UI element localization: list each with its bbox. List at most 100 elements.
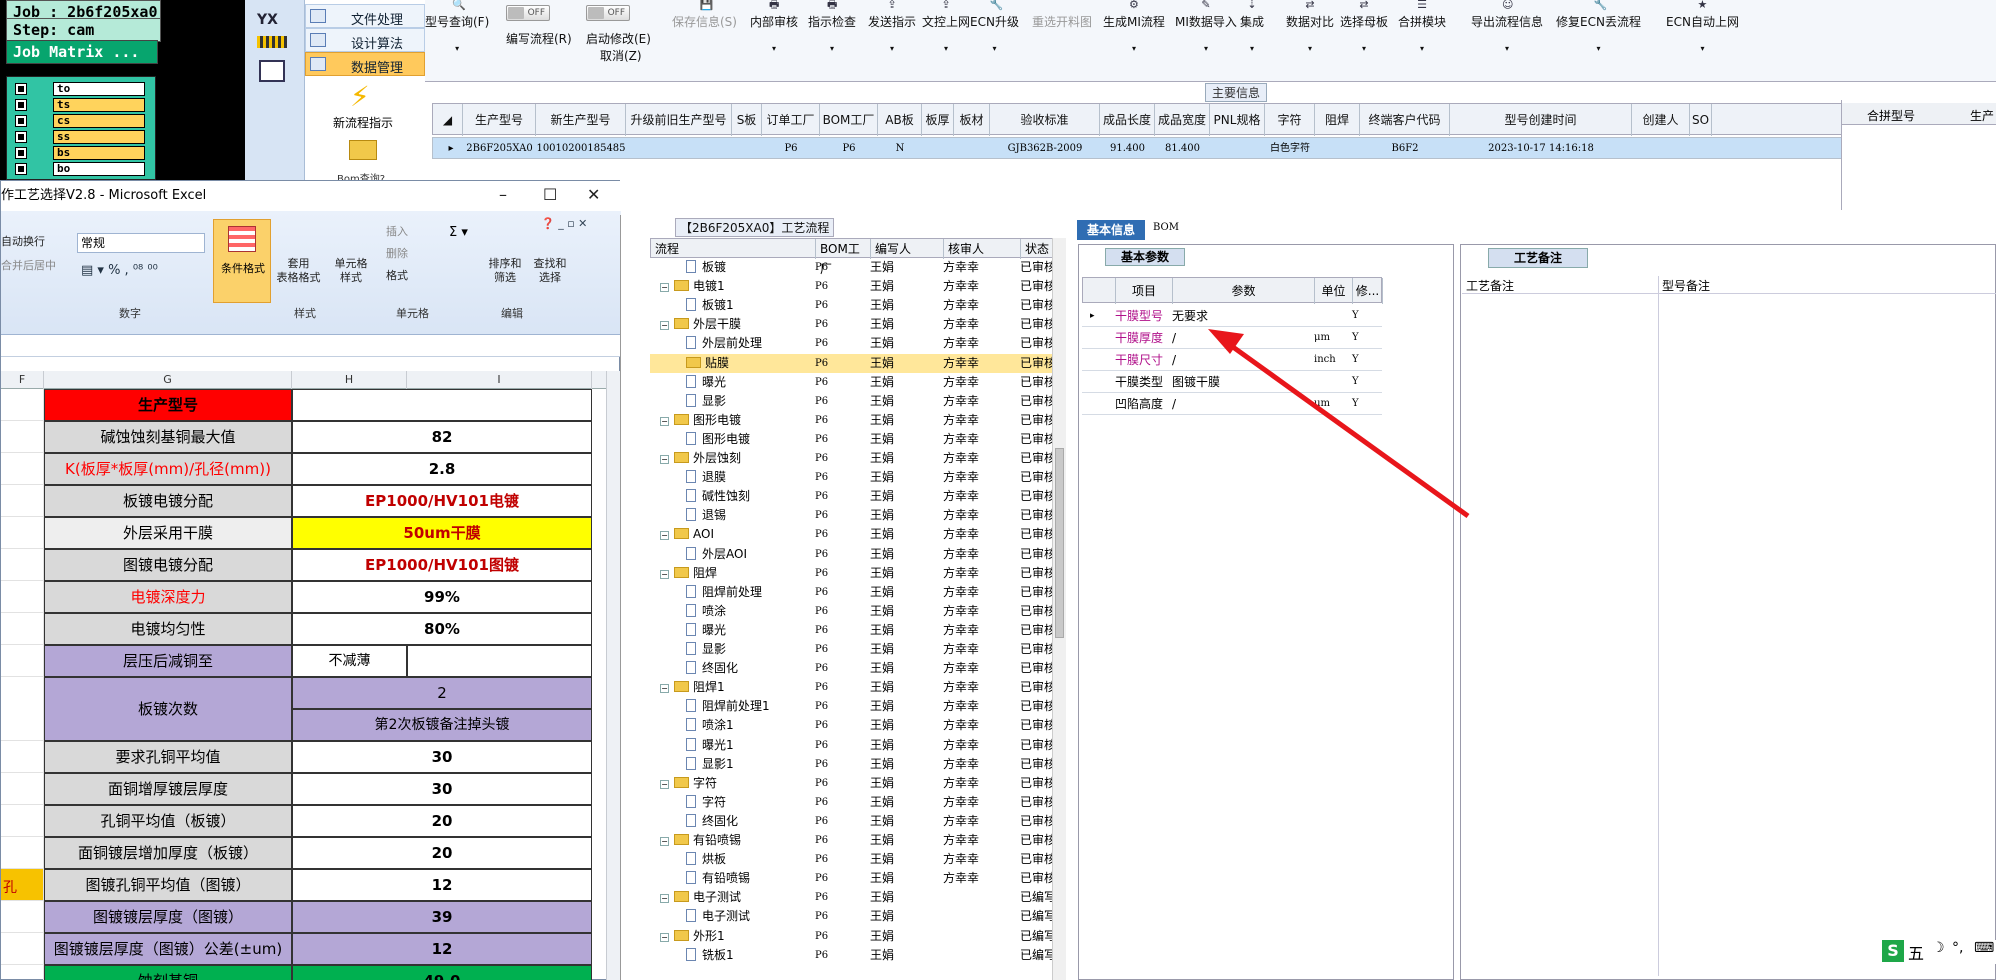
row-label-cell[interactable]: 电镀均匀性 (44, 613, 292, 645)
row-label-cell[interactable]: 图镀镀层厚度（图镀）公差(±um) (44, 933, 292, 965)
row-label-cell[interactable]: 孔铜平均值（板镀） (44, 805, 292, 837)
process-row[interactable]: − 电镀1 P6 王娟 方幸幸 已审核 (650, 277, 1062, 296)
toolbar-button[interactable]: 🔧 ECN升级 ▾ (970, 0, 1019, 53)
toolbar-button[interactable]: ☺ 导出流程信息 ▾ (1471, 0, 1543, 53)
main-info-cell[interactable] (1210, 138, 1265, 160)
layer-row[interactable]: cs (15, 114, 145, 128)
process-row[interactable]: 碱性蚀刻 P6 王娟 方幸幸 已审核 (650, 487, 1062, 506)
row-label-cell[interactable]: 蚀刻基铜 (44, 965, 292, 980)
col-modify[interactable]: 修... (1353, 278, 1383, 304)
menu-file[interactable]: 文件处理 (305, 4, 425, 28)
main-info-cell[interactable]: 2023-10-17 14:16:18 (1450, 138, 1632, 160)
cell-style-button[interactable]: 单元格 样式 (326, 257, 376, 285)
main-info-col-header[interactable]: SO (1690, 104, 1712, 136)
toolbar-button[interactable]: ☰ 合拼模块 ▾ (1398, 0, 1446, 53)
main-info-col-header[interactable]: 升级前旧生产型号 (626, 104, 732, 136)
tree-toggle-icon[interactable]: − (660, 455, 669, 464)
main-info-cell[interactable]: 10010200185485 (536, 138, 626, 160)
col-f-cell[interactable] (1, 645, 44, 677)
process-row[interactable]: − 外形1 P6 王娟 已编写 (650, 927, 1062, 946)
row-value-cell[interactable]: 50um干膜 (292, 517, 592, 549)
process-row[interactable]: 显影 P6 王娟 方幸幸 已审核 (650, 392, 1062, 411)
toolbar-button[interactable]: ⇄ 选择母板 ▾ (1340, 0, 1388, 53)
process-row[interactable]: 贴膜 P6 王娟 方幸幸 已审核 (650, 353, 1062, 373)
row-value-cell[interactable]: 12 (292, 933, 592, 965)
main-info-cell[interactable] (1632, 138, 1690, 160)
process-row[interactable]: 喷涂1 P6 王娟 方幸幸 已审核 (650, 716, 1062, 735)
tree-toggle-icon[interactable]: − (660, 684, 669, 694)
row-value-cell[interactable]: 20 (292, 805, 592, 837)
table-format-button[interactable]: 套用 表格格式 (271, 257, 326, 285)
row-value-cell[interactable]: 2.8 (292, 453, 592, 485)
toggle-switch[interactable]: OFF (586, 5, 630, 21)
layer-checkbox[interactable] (15, 131, 27, 143)
main-info-cell[interactable]: 81.400 (1155, 138, 1210, 160)
row-value-cell[interactable]: 20 (292, 837, 592, 869)
process-row[interactable]: 退膜 P6 王娟 方幸幸 已审核 (650, 468, 1062, 487)
main-info-col-header[interactable]: 型号创建时间 (1450, 104, 1632, 136)
col-reviewer[interactable]: 核审人 (944, 239, 1021, 259)
toolbar-button[interactable]: ⇣ 集成 ▾ (1240, 0, 1264, 53)
main-info-col-header[interactable]: 终端客户代码 (1360, 104, 1450, 136)
process-row[interactable]: − AOI P6 王娟 方幸幸 已审核 (650, 525, 1062, 544)
col-header-g[interactable]: G (44, 371, 292, 389)
punct-icon[interactable]: °, (1952, 940, 1963, 956)
main-info-col-header[interactable]: 新生产型号 (536, 104, 626, 136)
keyboard-icon[interactable]: ⌨ (1974, 940, 1994, 956)
row-value-cell[interactable]: 99% (292, 581, 592, 613)
tab-process-remarks[interactable]: 工艺备注 (1488, 248, 1588, 268)
find-select-button[interactable]: 查找和 选择 (529, 257, 571, 285)
main-info-col-header[interactable]: 板材 (954, 104, 990, 136)
toolbar-button[interactable]: 🔍 型号查询(F) ▾ (425, 0, 489, 53)
process-row[interactable]: 图形电镀 P6 王娟 方幸幸 已审核 (650, 430, 1062, 449)
sort-filter-button[interactable]: 排序和 筛选 (486, 257, 524, 285)
toolbar-button[interactable]: ✎ MI数据导入 ▾ (1175, 0, 1237, 53)
row-value-cell[interactable]: EP1000/HV101电镀 (292, 485, 592, 517)
maximize-icon[interactable]: ☐ (543, 187, 557, 203)
param-value[interactable]: / (1172, 327, 1176, 349)
col-f-cell[interactable] (1, 933, 44, 965)
row-label-cell[interactable]: 碱蚀蚀刻基铜最大值 (44, 421, 292, 453)
main-info-cell[interactable] (954, 138, 990, 160)
main-info-cell[interactable] (626, 138, 732, 160)
row-value-cell[interactable]: 2 (292, 677, 592, 709)
main-info-cell[interactable] (922, 138, 954, 160)
toolbar-button[interactable]: 🔧 修复ECN丢流程 ▾ (1556, 0, 1641, 53)
col-writer[interactable]: 编写人 (871, 239, 944, 259)
main-info-cell[interactable]: 白色字符 (1265, 138, 1315, 160)
percent-icon[interactable]: ▤ ▾ % , ⁰⁸ ⁰⁰ (81, 263, 158, 278)
tree-toggle-icon[interactable]: − (660, 894, 669, 904)
main-info-col-header[interactable]: 成品宽度 (1155, 104, 1210, 136)
main-info-cell[interactable] (732, 138, 762, 160)
col-bom[interactable]: BOM工厂 (816, 239, 871, 276)
col-f-cell[interactable] (1, 837, 44, 869)
merge-center-button[interactable]: 合并后居中 (1, 259, 56, 273)
close-icon[interactable]: ✕ (587, 187, 600, 203)
main-info-cell[interactable] (1690, 138, 1712, 160)
main-info-col-header[interactable]: 验收标准 (990, 104, 1100, 136)
col-f-cell[interactable] (1, 517, 44, 549)
col-header-i[interactable]: I (407, 371, 592, 389)
sum-icon[interactable]: Σ ▾ (449, 225, 468, 240)
process-row[interactable]: 铣板1 P6 王娟 已编写 (650, 946, 1062, 965)
job-matrix-button[interactable]: Job Matrix ... (6, 40, 158, 64)
toolbar-button[interactable]: 💾 保存信息(S) (672, 0, 737, 30)
process-row[interactable]: − 电子测试 P6 王娟 已编写 (650, 888, 1062, 907)
process-row[interactable]: 电子测试 P6 王娟 已编写 (650, 907, 1062, 926)
toolbar-button[interactable]: ★ ECN自动上网 ▾ (1666, 0, 1739, 53)
col-f-cell[interactable] (1, 581, 44, 613)
layer-row[interactable]: ss (15, 130, 145, 144)
new-flow-label[interactable]: 新流程指示 (333, 114, 393, 131)
moon-icon[interactable]: ☽ (1932, 940, 1945, 956)
row-label-cell[interactable]: 图镀孔铜平均值（图镀） (44, 869, 292, 901)
process-row[interactable]: 字符 P6 王娟 方幸幸 已审核 (650, 793, 1062, 812)
main-info-cell[interactable]: P6 (820, 138, 878, 160)
col-f-cell[interactable] (1, 805, 44, 837)
process-row[interactable]: − 阻焊1 P6 王娟 方幸幸 已审核 (650, 678, 1062, 697)
process-row[interactable]: 阻焊前处理 P6 王娟 方幸幸 已审核 (650, 583, 1062, 602)
process-row[interactable]: 烘板 P6 王娟 方幸幸 已审核 (650, 850, 1062, 869)
process-row[interactable]: − 图形电镀 P6 王娟 方幸幸 已审核 (650, 411, 1062, 430)
main-info-col-header[interactable]: 创建人 (1632, 104, 1690, 136)
tree-toggle-icon[interactable]: − (660, 416, 669, 426)
col-flow[interactable]: 流程 (651, 239, 816, 259)
